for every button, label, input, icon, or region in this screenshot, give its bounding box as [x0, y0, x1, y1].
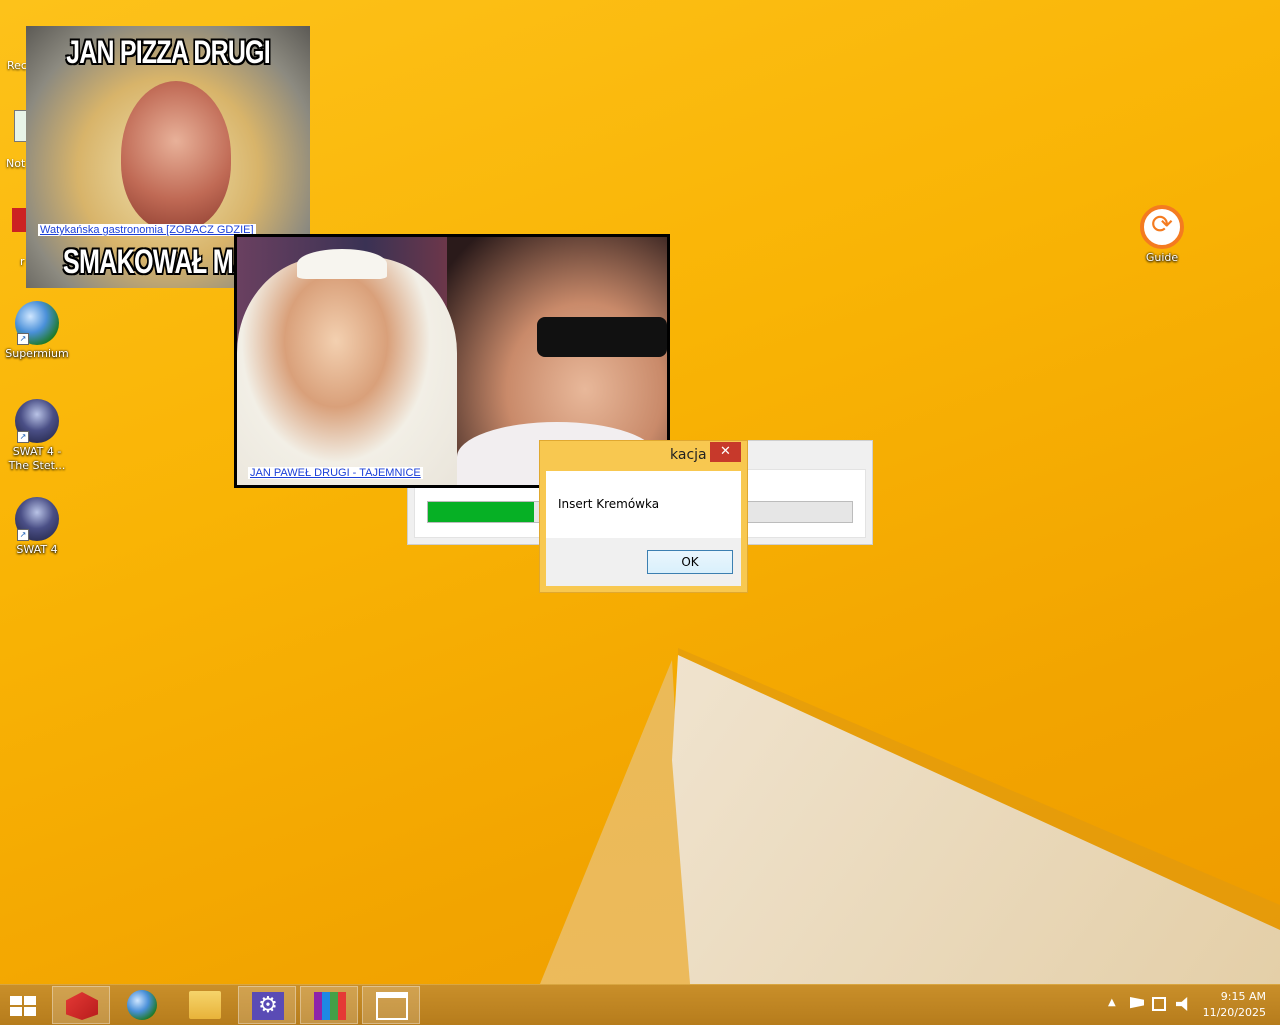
taskbar-app-flag[interactable] — [52, 986, 110, 1024]
popup-link[interactable]: Watykańska gastronomia [ZOBACZ GDZIE] — [38, 224, 256, 236]
pizza-face-image — [121, 81, 231, 231]
taskbar-app-file-explorer[interactable] — [176, 986, 234, 1024]
taskbar-app-window[interactable] — [362, 986, 420, 1024]
volume-icon[interactable] — [1176, 997, 1188, 1011]
network-icon[interactable] — [1152, 997, 1166, 1011]
dialog-title: kacja — [670, 447, 707, 463]
desktop-icon-label: Supermium — [5, 347, 69, 360]
refresh-icon — [1140, 205, 1184, 249]
close-button[interactable]: ✕ — [710, 442, 741, 462]
dialog-content: Insert Kremówka — [546, 471, 741, 538]
desktop-icon-swat4[interactable]: ↗ SWAT 4 — [1, 497, 73, 557]
dialog-message: Insert Kremówka — [558, 497, 660, 511]
clock-time: 9:15 AM — [1220, 990, 1266, 1003]
system-tray: ▲ 9:15 AM 11/20/2025 — [1100, 985, 1280, 1025]
window-icon — [376, 992, 408, 1020]
desktop-icon-label: SWAT 4 — [16, 543, 58, 556]
popup-link[interactable]: JAN PAWEŁ DRUGI - TAJEMNICE — [248, 467, 423, 479]
taskbar-app-supermium[interactable] — [114, 986, 172, 1024]
photo-detail — [537, 317, 667, 357]
winrar-icon — [314, 992, 346, 1020]
gear-icon: ⚙ — [252, 992, 284, 1020]
supermium-icon — [127, 990, 157, 1020]
swat4-icon: ↗ — [15, 497, 59, 541]
photo-person-left — [237, 257, 457, 485]
progress-bar-fill — [428, 502, 534, 522]
desktop-icon-label: Guide — [1145, 251, 1179, 264]
message-dialog[interactable]: kacja ✕ Insert Kremówka OK — [539, 440, 748, 593]
desktop-icon-guide[interactable]: Guide — [1126, 205, 1198, 265]
taskbar: ⚙ ▲ 9:15 AM 11/20/2025 — [0, 984, 1280, 1025]
desktop-icon-label: SWAT 4 - The Stet... — [8, 445, 66, 472]
photo-cap — [297, 249, 387, 279]
taskbar-app-settings[interactable]: ⚙ — [238, 986, 296, 1024]
red-envelope-icon — [66, 992, 98, 1020]
start-button[interactable] — [0, 986, 48, 1024]
windows-logo-icon — [10, 996, 38, 1016]
show-hidden-icons-button[interactable]: ▲ — [1108, 997, 1116, 1008]
popup-title: JAN PIZZA DRUGI — [66, 34, 270, 70]
clock-date: 11/20/2025 — [1202, 1006, 1266, 1019]
action-center-flag-icon[interactable] — [1130, 997, 1144, 1009]
desktop-icon-supermium[interactable]: ↗ Supermium — [1, 301, 73, 361]
desktop-icon-swat4-stetchkov[interactable]: ↗ SWAT 4 - The Stet... — [1, 399, 73, 473]
taskbar-app-winrar[interactable] — [300, 986, 358, 1024]
ok-button[interactable]: OK — [647, 550, 733, 574]
folder-icon — [189, 991, 221, 1019]
app-icon-red[interactable] — [12, 208, 26, 232]
dialog-footer: OK — [546, 538, 741, 586]
clock[interactable]: 9:15 AM 11/20/2025 — [1203, 989, 1266, 1021]
dialog-titlebar[interactable]: kacja ✕ — [540, 441, 747, 471]
swat4-icon: ↗ — [15, 399, 59, 443]
supermium-icon: ↗ — [15, 301, 59, 345]
recycle-bin-label[interactable]: Rec — [7, 59, 27, 72]
notepad-label[interactable]: Not — [6, 157, 25, 170]
app-label-partial[interactable]: r — [20, 255, 25, 268]
